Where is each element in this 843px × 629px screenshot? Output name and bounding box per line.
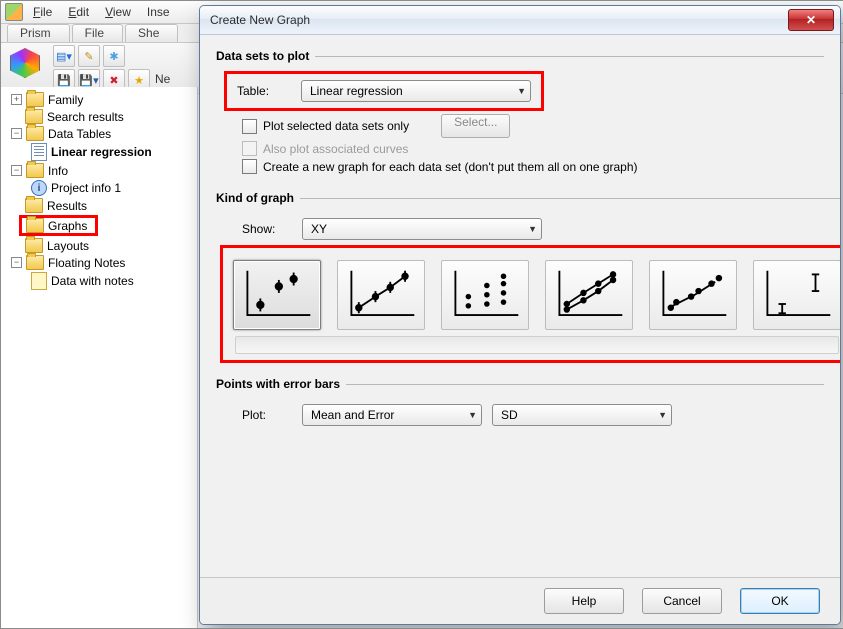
graph-type-errorbar-only[interactable] — [753, 260, 841, 330]
folder-icon — [25, 198, 43, 213]
plot-combo-value: Mean and Error — [311, 408, 394, 422]
error-combo[interactable]: SD ▼ — [492, 404, 672, 426]
graph-type-scatter-error[interactable] — [233, 260, 321, 330]
note-icon — [31, 272, 47, 290]
tree-results[interactable]: Results — [1, 197, 197, 214]
plot-label: Plot: — [242, 408, 292, 422]
also-plot-checkbox — [242, 141, 257, 156]
folder-icon — [25, 109, 43, 124]
datasheet-icon — [31, 143, 47, 161]
plot-selected-label: Plot selected data sets only — [263, 119, 409, 133]
folder-icon — [25, 238, 43, 253]
points-legend: Points with error bars — [216, 377, 346, 391]
menu-view[interactable]: ViewView — [99, 4, 137, 20]
expander-icon[interactable]: − — [11, 257, 22, 268]
menu-insert[interactable]: Inse — [141, 4, 176, 20]
expander-icon[interactable]: + — [11, 94, 22, 105]
show-combo-value: XY — [311, 222, 327, 236]
tree-info[interactable]: −Info — [1, 162, 197, 179]
table-label: Table: — [237, 84, 287, 98]
folder-icon — [26, 126, 44, 141]
select-button[interactable]: Select... — [441, 114, 510, 138]
dialog-title: Create New Graph — [210, 13, 788, 27]
chevron-down-icon: ▼ — [528, 224, 537, 234]
also-plot-label: Also plot associated curves — [263, 142, 408, 156]
error-combo-value: SD — [501, 408, 518, 422]
table-combo-value: Linear regression — [310, 84, 403, 98]
datasets-legend: Data sets to plot — [216, 49, 315, 63]
plot-combo[interactable]: Mean and Error ▼ — [302, 404, 482, 426]
datasets-fieldset: Data sets to plot Table: Linear regressi… — [216, 49, 824, 177]
folder-icon — [26, 92, 44, 107]
expander-icon[interactable]: − — [11, 165, 22, 176]
tree-graphs[interactable]: Graphs — [1, 214, 197, 237]
tree-linear-regression[interactable]: Linear regression — [1, 142, 197, 162]
graph-type-dotplot[interactable] — [441, 260, 529, 330]
menu-file[interactable]: FFileile — [27, 4, 58, 20]
tree-layouts[interactable]: Layouts — [1, 237, 197, 254]
tree-project-info[interactable]: iProject info 1 — [1, 179, 197, 197]
info-icon: i — [31, 180, 47, 196]
tree-data-with-notes[interactable]: Data with notes — [1, 271, 197, 291]
graph-type-gallery — [229, 254, 841, 336]
menu-edit[interactable]: EditEdit — [62, 4, 95, 20]
tree-search-results[interactable]: Search results — [1, 108, 197, 125]
graph-type-grouped-scatter[interactable] — [649, 260, 737, 330]
help-button[interactable]: Help — [544, 588, 624, 614]
create-new-graph-dialog: Create New Graph ✕ Data sets to plot Tab… — [199, 5, 841, 625]
chevron-down-icon: ▼ — [468, 410, 477, 420]
create-new-label: Create a new graph for each data set (do… — [263, 160, 638, 174]
dialog-footer: Help Cancel OK — [200, 577, 840, 624]
ok-button[interactable]: OK — [740, 588, 820, 614]
cancel-button[interactable]: Cancel — [642, 588, 722, 614]
plot-selected-checkbox[interactable] — [242, 119, 257, 134]
table-combo[interactable]: Linear regression ▼ — [301, 80, 531, 102]
folder-icon — [26, 218, 44, 233]
navigator-sidebar: +Family Search results −Data Tables Line… — [1, 87, 198, 628]
graph-type-line-scatter[interactable] — [337, 260, 425, 330]
chevron-down-icon: ▼ — [658, 410, 667, 420]
show-label: Show: — [242, 222, 292, 236]
tree-data-tables[interactable]: −Data Tables — [1, 125, 197, 142]
tab-file[interactable]: File — [72, 24, 123, 42]
folder-icon — [26, 163, 44, 178]
new-sheet-button[interactable]: ▤▾ — [53, 45, 75, 67]
prism-logo-button[interactable] — [7, 45, 43, 81]
points-fieldset: Points with error bars Plot: Mean and Er… — [216, 377, 824, 431]
kind-fieldset: Kind of graph Show: XY ▼ — [216, 191, 841, 363]
close-icon: ✕ — [806, 13, 816, 27]
tab-prism[interactable]: Prism — [7, 24, 70, 42]
snow-button[interactable]: ✱ — [103, 45, 125, 67]
kind-legend: Kind of graph — [216, 191, 300, 205]
gallery-scrollbar[interactable] — [235, 336, 839, 354]
graph-type-multi-line[interactable] — [545, 260, 633, 330]
edit-button[interactable]: ✎ — [78, 45, 100, 67]
chevron-down-icon: ▼ — [517, 86, 526, 96]
tree-family[interactable]: +Family — [1, 91, 197, 108]
app-icon — [5, 3, 23, 21]
show-combo[interactable]: XY ▼ — [302, 218, 542, 240]
dialog-titlebar: Create New Graph ✕ — [200, 6, 840, 35]
folder-icon — [26, 255, 44, 270]
tree-floating-notes[interactable]: −Floating Notes — [1, 254, 197, 271]
create-new-checkbox[interactable] — [242, 159, 257, 174]
expander-icon[interactable]: − — [11, 128, 22, 139]
close-button[interactable]: ✕ — [788, 9, 834, 31]
tab-sheet[interactable]: She — [125, 24, 178, 42]
